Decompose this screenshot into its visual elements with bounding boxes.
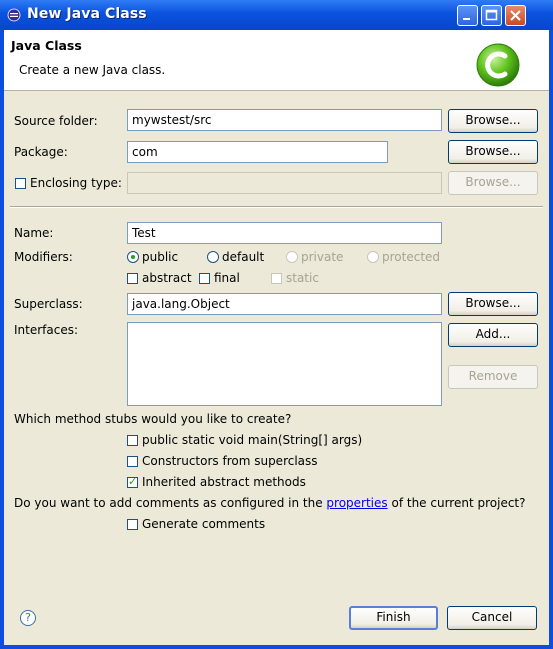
modifiers-label: Modifiers: xyxy=(14,250,73,264)
abstract-label: abstract xyxy=(142,271,192,285)
public-radio[interactable] xyxy=(127,251,139,263)
default-radio[interactable] xyxy=(207,251,219,263)
superclass-browse-button[interactable]: Browse... xyxy=(448,292,538,316)
generate-comments-checkbox[interactable] xyxy=(127,519,138,530)
close-icon xyxy=(510,10,521,21)
final-checkbox[interactable] xyxy=(199,273,210,284)
final-label: final xyxy=(214,271,240,285)
private-label: private xyxy=(301,250,344,264)
constructors-checkbox[interactable] xyxy=(127,456,138,467)
package-label: Package: xyxy=(14,145,68,159)
inherited-methods-checkbox[interactable]: ✓ xyxy=(127,475,138,488)
superclass-label: Superclass: xyxy=(14,297,83,311)
dialog-window: New Java Class Java Class Create a new J… xyxy=(0,0,553,649)
abstract-checkbox[interactable] xyxy=(127,273,138,284)
protected-label: protected xyxy=(382,250,441,264)
interfaces-list[interactable] xyxy=(127,322,442,406)
package-browse-button[interactable]: Browse... xyxy=(448,140,538,164)
enclosing-type-label: Enclosing type: xyxy=(30,176,122,190)
wizard-header: Java Class Create a new Java class. xyxy=(4,30,549,91)
main-method-label: public static void main(String[] args) xyxy=(142,433,363,447)
eclipse-icon xyxy=(7,8,21,22)
name-label: Name: xyxy=(14,226,54,240)
close-button[interactable] xyxy=(505,5,526,26)
inherited-methods-label: Inherited abstract methods xyxy=(142,475,306,489)
source-folder-label: Source folder: xyxy=(14,114,98,128)
remove-interface-button[interactable]: Remove xyxy=(448,365,538,389)
package-field[interactable]: com xyxy=(127,141,388,163)
superclass-field[interactable]: java.lang.Object xyxy=(127,293,442,315)
interfaces-label: Interfaces: xyxy=(14,323,79,337)
page-description: Create a new Java class. xyxy=(19,63,166,77)
comments-question-prefix: Do you want to add comments as configure… xyxy=(14,496,323,510)
comments-question-suffix: of the current project? xyxy=(391,496,526,510)
title-bar[interactable]: New Java Class xyxy=(0,0,553,30)
minimize-icon xyxy=(463,18,470,20)
enclosing-type-checkbox[interactable] xyxy=(15,178,26,189)
constructors-label: Constructors from superclass xyxy=(142,454,318,468)
comments-question: Do you want to add comments as configure… xyxy=(14,496,526,510)
checkmark-icon: ✓ xyxy=(128,475,138,488)
default-label: default xyxy=(222,250,265,264)
window-title: New Java Class xyxy=(27,6,147,22)
radio-selected-dot xyxy=(131,255,135,259)
maximize-icon xyxy=(485,9,498,21)
generate-comments-label: Generate comments xyxy=(142,517,266,531)
public-label: public xyxy=(142,250,179,264)
enclosing-type-field[interactable] xyxy=(127,172,442,194)
separator xyxy=(10,206,543,208)
source-folder-browse-button[interactable]: Browse... xyxy=(448,109,538,133)
new-class-icon xyxy=(476,43,520,87)
static-label: static xyxy=(286,271,319,285)
help-icon[interactable]: ? xyxy=(20,610,36,626)
cancel-button[interactable]: Cancel xyxy=(447,606,537,630)
add-interface-button[interactable]: Add... xyxy=(448,323,538,347)
minimize-button[interactable] xyxy=(457,5,478,26)
enclosing-type-browse-button[interactable]: Browse... xyxy=(448,171,538,195)
maximize-button[interactable] xyxy=(481,5,502,26)
main-method-checkbox[interactable] xyxy=(127,435,138,446)
source-folder-field[interactable]: mywstest/src xyxy=(127,109,442,131)
page-title: Java Class xyxy=(11,38,82,53)
protected-radio[interactable] xyxy=(367,251,379,263)
properties-link[interactable]: properties xyxy=(326,496,387,510)
dialog-body: Java Class Create a new Java class. Sour… xyxy=(4,30,549,645)
static-checkbox[interactable] xyxy=(271,273,282,284)
private-radio[interactable] xyxy=(286,251,298,263)
name-field[interactable]: Test xyxy=(127,222,442,244)
finish-button[interactable]: Finish xyxy=(349,606,438,630)
stubs-question: Which method stubs would you like to cre… xyxy=(14,412,292,426)
